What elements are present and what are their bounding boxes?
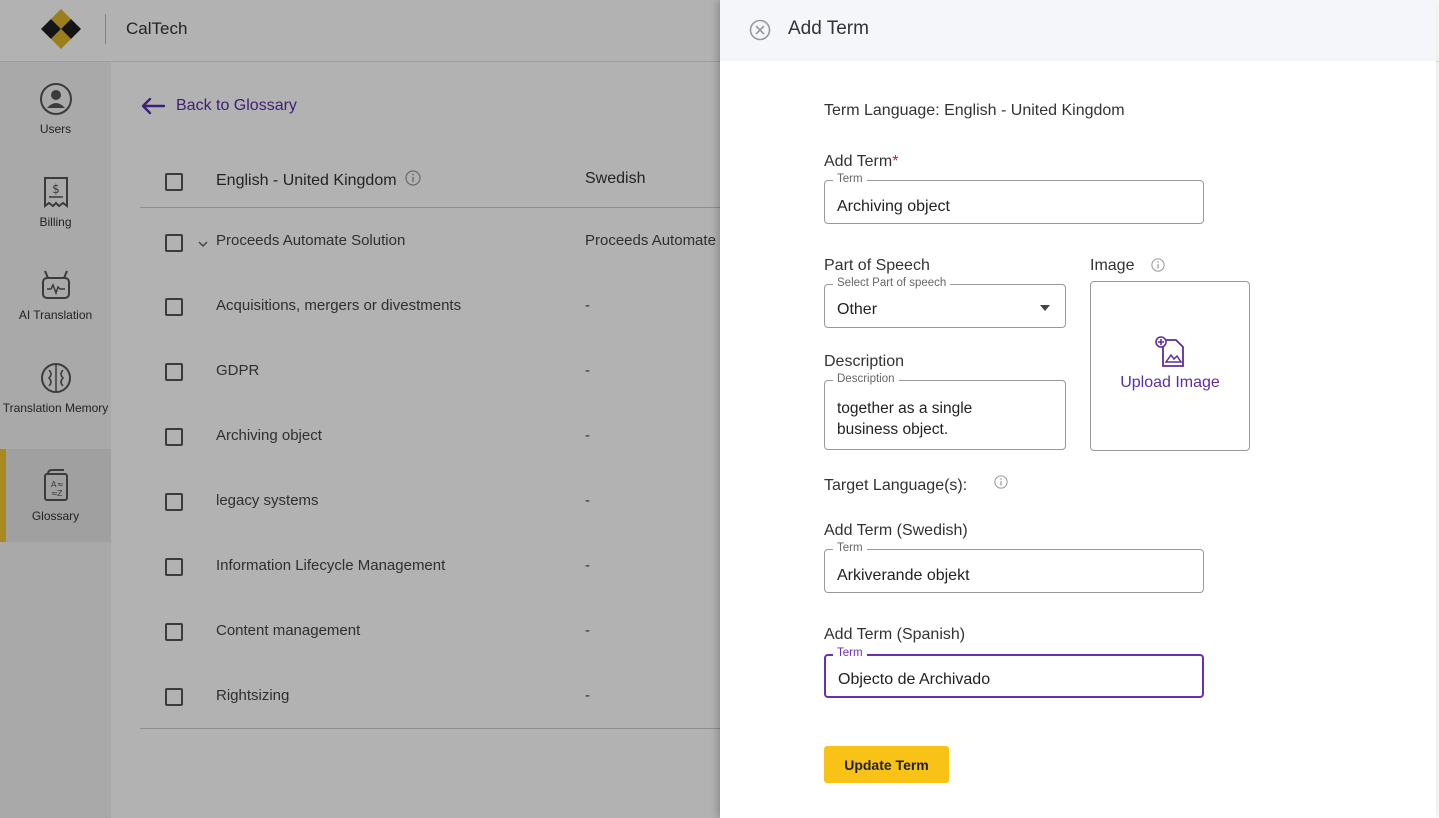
dropdown-caret-icon [1040, 305, 1050, 311]
add-term-panel: Add Term Term Language: English - United… [720, 0, 1436, 818]
image-upload-icon [1155, 336, 1184, 367]
spanish-term-input[interactable]: Term Objecto de Archivado [824, 647, 1204, 698]
swedish-term-label: Add Term (Swedish) [824, 522, 968, 539]
upload-image-dropzone[interactable]: Upload Image [1090, 281, 1250, 451]
target-info-icon[interactable] [994, 475, 1008, 489]
description-label: Description [824, 353, 905, 370]
term-input-legend: Term [833, 173, 867, 185]
spanish-term-legend: Term [833, 647, 867, 659]
spanish-term-value: Objecto de Archivado [838, 671, 991, 688]
swedish-term-legend: Term [833, 542, 867, 554]
image-label: Image [1090, 257, 1135, 274]
part-of-speech-legend: Select Part of speech [833, 277, 951, 289]
add-term-label: Add Term* [824, 153, 898, 171]
close-icon[interactable] [749, 19, 771, 41]
description-textarea[interactable]: Description together as a single busines… [824, 373, 1066, 450]
part-of-speech-value: Other [837, 301, 878, 318]
required-mark: * [892, 153, 899, 170]
term-input[interactable]: Term Archiving object [824, 173, 1204, 224]
swedish-term-value: Arkiverande objekt [837, 567, 970, 584]
spanish-term-label: Add Term (Spanish) [824, 626, 966, 643]
part-of-speech-select[interactable]: Select Part of speech Other [824, 277, 1066, 328]
term-input-value: Archiving object [837, 198, 950, 215]
image-info-icon[interactable] [1151, 258, 1165, 272]
part-of-speech-label: Part of Speech [824, 257, 930, 274]
description-value: together as a single business object. [837, 400, 973, 438]
description-legend: Description [833, 373, 899, 385]
target-languages-label: Target Language(s): [824, 477, 968, 494]
upload-image-label: Upload Image [1120, 374, 1220, 391]
panel-title: Add Term [788, 18, 869, 39]
term-language-label: Term Language: English - United Kingdom [824, 102, 1125, 119]
panel-header: Add Term [720, 0, 1436, 61]
swedish-term-input[interactable]: Term Arkiverande objekt [824, 542, 1204, 593]
modal-backdrop[interactable] [0, 0, 720, 818]
update-term-button[interactable]: Update Term [824, 746, 949, 783]
add-term-label-text: Add Term [824, 153, 893, 170]
